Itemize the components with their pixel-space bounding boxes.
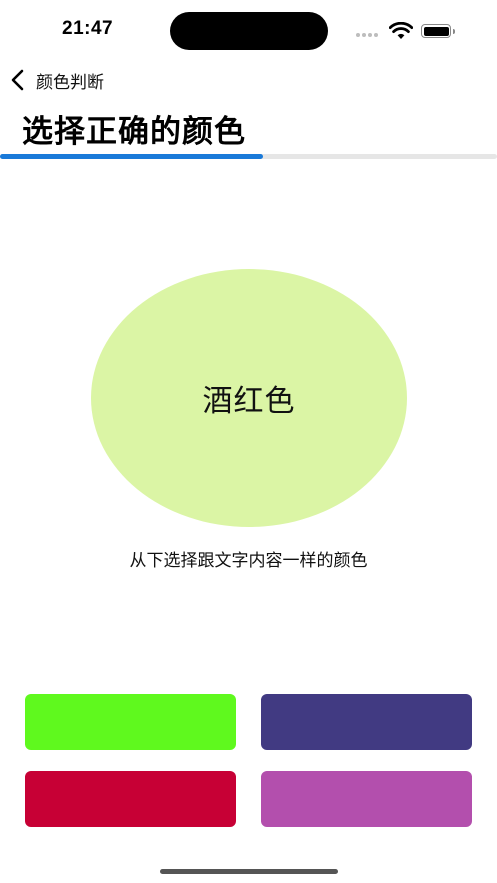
page-title: 选择正确的颜色 [22, 114, 246, 150]
back-button[interactable]: 颜色判断 [10, 66, 104, 94]
status-bar: 21:47 [0, 0, 497, 60]
progress-bar [0, 154, 497, 159]
cellular-signal-icon [356, 33, 380, 37]
wifi-icon [389, 22, 413, 39]
color-choice-3[interactable] [25, 771, 236, 827]
battery-icon [421, 24, 455, 38]
back-button-label: 颜色判断 [36, 72, 104, 93]
color-word-circle: 酒红色 [91, 269, 407, 527]
color-judgment-screen: 21:47 颜色判断 选择正确的颜色 酒红色 从下选择跟文字内容一样的颜色 [0, 0, 497, 883]
home-indicator[interactable] [160, 869, 338, 874]
color-choice-1[interactable] [25, 694, 236, 750]
color-word: 酒红色 [202, 384, 296, 419]
instruction-text: 从下选择跟文字内容一样的颜色 [129, 551, 368, 571]
color-choice-4[interactable] [261, 771, 472, 827]
color-choice-2[interactable] [261, 694, 472, 750]
status-time: 21:47 [62, 18, 114, 39]
battery-level [423, 26, 449, 36]
chevron-left-icon [11, 69, 24, 91]
progress-fill [0, 154, 264, 159]
dynamic-island [170, 12, 328, 50]
